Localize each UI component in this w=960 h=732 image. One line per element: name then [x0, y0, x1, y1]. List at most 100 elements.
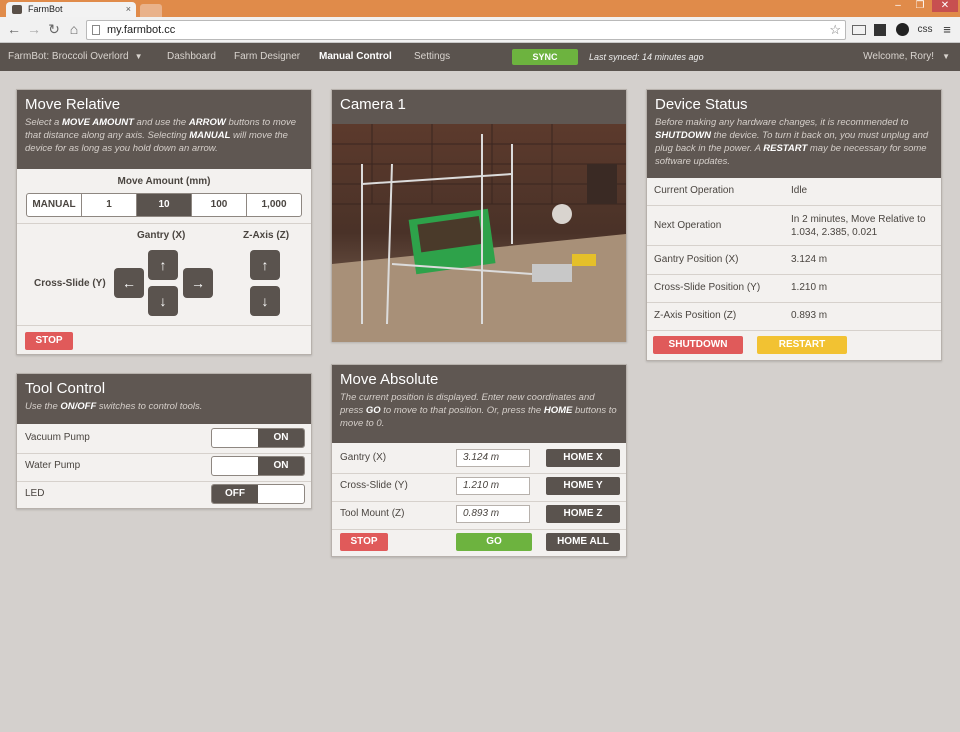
- gantry-x-label: Gantry (X): [137, 230, 186, 241]
- record-extension-icon[interactable]: [896, 23, 909, 36]
- address-bar-url: my.farmbot.cc: [107, 24, 176, 36]
- nav-dashboard[interactable]: Dashboard: [167, 43, 216, 71]
- move-absolute-title: Move Absolute: [340, 371, 439, 388]
- toggle-state: OFF: [212, 485, 258, 503]
- arrow-up-icon[interactable]: ↑: [148, 250, 178, 280]
- status-label: Z-Axis Position (Z): [654, 310, 737, 321]
- shutdown-button[interactable]: SHUTDOWN: [653, 336, 743, 354]
- arrow-left-icon[interactable]: ←: [114, 268, 144, 298]
- divider: [647, 302, 941, 303]
- water-pump-toggle[interactable]: ON: [211, 456, 305, 476]
- vacuum-pump-toggle[interactable]: ON: [211, 428, 305, 448]
- home-x-button[interactable]: HOME X: [546, 449, 620, 467]
- divider: [332, 501, 626, 502]
- move-relative-widget: Move Relative Select a MOVE AMOUNT and u…: [16, 89, 312, 355]
- forward-arrow-icon[interactable]: →: [26, 21, 42, 37]
- tool-control-widget: Tool Control Use the ON/OFF switches to …: [16, 373, 312, 509]
- go-button[interactable]: GO: [456, 533, 532, 551]
- chevron-down-icon: ▼: [942, 52, 950, 61]
- camera-feed-image: [332, 124, 626, 342]
- sync-button[interactable]: SYNC: [512, 49, 578, 65]
- z-arrow-down-icon[interactable]: ↓: [250, 286, 280, 316]
- chevron-down-icon: ▼: [134, 52, 143, 61]
- browser-tab-bar: FarmBot × – ❐ ✕: [0, 0, 960, 17]
- bookmark-star-icon[interactable]: ☆: [829, 21, 841, 39]
- cross-slide-y-label: Cross-Slide (Y): [34, 278, 106, 289]
- tool-control-description: Use the ON/OFF switches to control tools…: [25, 401, 203, 412]
- cross-slide-y-input[interactable]: 1.210 m: [456, 477, 530, 495]
- stop-button[interactable]: STOP: [340, 533, 388, 551]
- nav-settings[interactable]: Settings: [414, 43, 450, 71]
- window-maximize-icon[interactable]: ❐: [910, 0, 930, 12]
- home-y-button[interactable]: HOME Y: [546, 477, 620, 495]
- browser-tab-title: FarmBot: [28, 4, 63, 14]
- status-value: 0.893 m: [791, 310, 828, 321]
- divider: [647, 205, 941, 206]
- status-value: 1.210 m: [791, 282, 828, 293]
- stop-button[interactable]: STOP: [25, 332, 73, 350]
- toggle-state: ON: [258, 457, 304, 475]
- browser-tab[interactable]: FarmBot ×: [6, 2, 136, 17]
- move-relative-description: Select a MOVE AMOUNT and use the ARROW b…: [25, 117, 297, 154]
- axis-label: Tool Mount (Z): [340, 508, 405, 519]
- device-status-description: Before making any hardware changes, it i…: [655, 117, 929, 167]
- amount-10[interactable]: 10: [136, 194, 191, 216]
- status-value: Idle: [791, 185, 808, 196]
- move-absolute-description: The current position is displayed. Enter…: [340, 392, 617, 429]
- welcome-text: Welcome, Rory!: [863, 51, 935, 62]
- tool-name: Water Pump: [25, 460, 81, 471]
- cast-icon[interactable]: [852, 25, 866, 35]
- tool-name: Vacuum Pump: [25, 432, 90, 443]
- amount-1[interactable]: 1: [81, 194, 136, 216]
- arrow-down-icon[interactable]: ↓: [148, 286, 178, 316]
- z-arrow-up-icon[interactable]: ↑: [250, 250, 280, 280]
- film-extension-icon[interactable]: [874, 24, 886, 36]
- move-relative-header: Move Relative Select a MOVE AMOUNT and u…: [17, 90, 311, 169]
- new-tab-button[interactable]: [140, 4, 162, 17]
- tool-control-title: Tool Control: [25, 380, 106, 397]
- farmbot-favicon-icon: [12, 5, 22, 14]
- camera-header: Camera 1: [332, 90, 626, 124]
- status-value: 3.124 m: [791, 254, 828, 265]
- app-navbar: FarmBot: Broccoli Overlord ▼ Dashboard Fa…: [0, 43, 960, 71]
- device-status-header: Device Status Before making any hardware…: [647, 90, 941, 178]
- status-label: Gantry Position (X): [654, 254, 739, 265]
- css-extension-icon[interactable]: css: [916, 23, 934, 37]
- move-absolute-widget: Move Absolute The current position is di…: [331, 364, 627, 557]
- gantry-x-input[interactable]: 3.124 m: [456, 449, 530, 467]
- home-all-button[interactable]: HOME ALL: [546, 533, 620, 551]
- tool-name: LED: [25, 488, 45, 499]
- nav-farm-designer[interactable]: Farm Designer: [234, 43, 300, 71]
- divider: [17, 481, 311, 482]
- back-arrow-icon[interactable]: ←: [6, 21, 22, 37]
- amount-100[interactable]: 100: [191, 194, 246, 216]
- status-value: In 2 minutes, Move Relative to 1.034, 2.…: [791, 214, 926, 238]
- last-synced-text: Last synced: 14 minutes ago: [589, 52, 704, 62]
- bot-name: FarmBot: Broccoli Overlord: [8, 51, 129, 62]
- divider: [17, 453, 311, 454]
- window-minimize-icon[interactable]: –: [888, 0, 908, 12]
- reload-icon[interactable]: ↻: [46, 21, 62, 37]
- window-close-icon[interactable]: ✕: [932, 0, 958, 12]
- move-amount-selector: MANUAL 1 10 100 1,000: [26, 193, 302, 217]
- home-z-button[interactable]: HOME Z: [546, 505, 620, 523]
- amount-1000[interactable]: 1,000: [246, 194, 301, 216]
- address-bar[interactable]: my.farmbot.cc ☆: [86, 20, 846, 40]
- nav-manual-control[interactable]: Manual Control: [319, 43, 392, 71]
- restart-button[interactable]: RESTART: [757, 336, 847, 354]
- device-status-widget: Device Status Before making any hardware…: [646, 89, 942, 361]
- camera-title: Camera 1: [340, 96, 406, 113]
- home-icon[interactable]: ⌂: [66, 21, 82, 37]
- divider: [332, 473, 626, 474]
- bot-selector[interactable]: FarmBot: Broccoli Overlord ▼: [8, 43, 143, 71]
- device-status-title: Device Status: [655, 96, 748, 113]
- amount-manual[interactable]: MANUAL: [27, 194, 81, 216]
- chrome-menu-icon[interactable]: ≡: [940, 23, 954, 37]
- tab-close-icon[interactable]: ×: [126, 2, 131, 17]
- led-toggle[interactable]: OFF: [211, 484, 305, 504]
- divider: [647, 330, 941, 331]
- tool-mount-z-input[interactable]: 0.893 m: [456, 505, 530, 523]
- user-menu[interactable]: Welcome, Rory! ▼: [863, 43, 950, 71]
- move-amount-label: Move Amount (mm): [117, 176, 211, 187]
- arrow-right-icon[interactable]: →: [183, 268, 213, 298]
